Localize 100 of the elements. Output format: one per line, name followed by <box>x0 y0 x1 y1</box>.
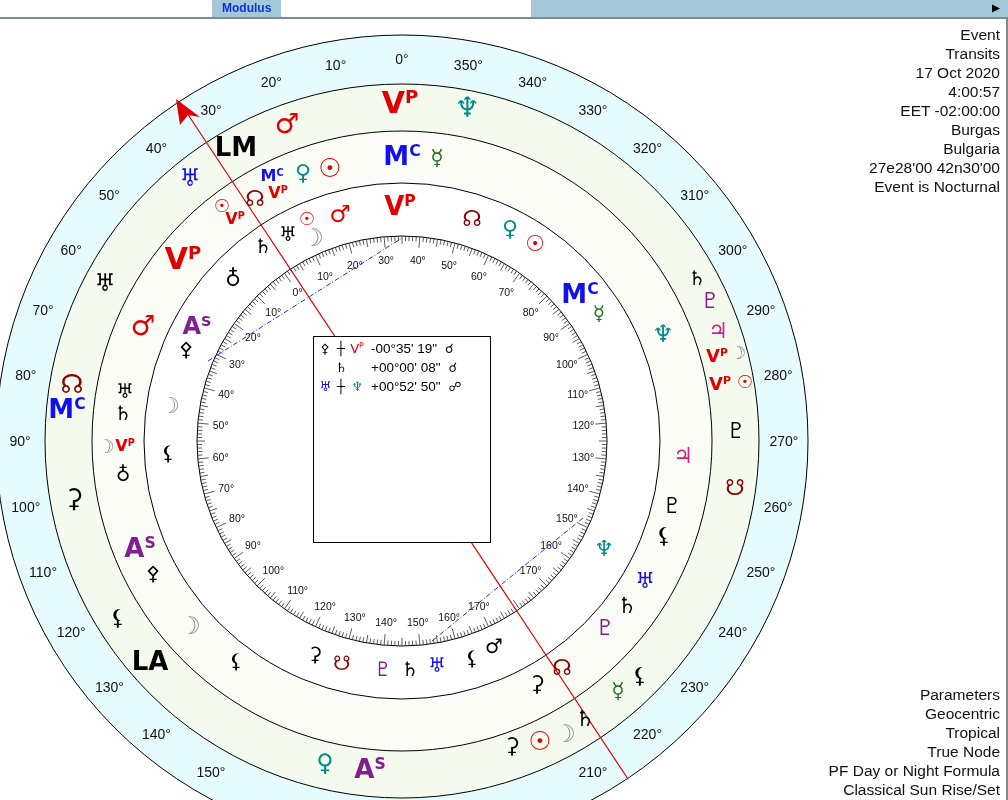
zodiac-degree-label: 150° <box>196 763 226 780</box>
chart-glyph: M$^{C}$ <box>48 396 86 422</box>
zodiac-degree-label: 350° <box>453 56 483 73</box>
chart-glyph: ☿ <box>592 303 606 323</box>
dial-degree-label: 150° <box>556 511 578 524</box>
dial-degree-label: 40° <box>409 253 426 266</box>
aspect-orb: +00°00' 08" <box>371 360 441 375</box>
event-info-line: Bulgaria <box>943 139 1000 158</box>
aspect-point: V$^{P}$ <box>349 340 365 357</box>
aspect-point: ┼ <box>336 341 346 356</box>
dial-degree-label: 70° <box>218 482 235 495</box>
chart-glyph: ☊ <box>60 371 84 397</box>
dial-degree-label: 20° <box>346 259 363 272</box>
scroll-right-icon[interactable] <box>992 4 1000 13</box>
zodiac-degree-label: 0° <box>395 51 409 67</box>
zodiac-degree-label: 130° <box>94 678 124 695</box>
chart-glyph: LA <box>131 648 169 674</box>
aspect-point: ♅ <box>318 379 332 394</box>
dial-degree-label: 10° <box>265 306 282 319</box>
chart-glyph: V$^{P}$ <box>384 193 416 219</box>
dial-degree-label: 30° <box>378 253 395 266</box>
chart-glyph: M$^{C}$ <box>260 167 284 185</box>
chart-glyph: ♄ <box>617 595 637 617</box>
chart-glyph: ☉ <box>318 155 342 181</box>
chart-glyph: ⚸ <box>228 651 244 671</box>
aspect-symbol: ☌ <box>448 360 458 375</box>
chart-glyph: ☉ <box>525 233 545 255</box>
dial-degree-label: 20° <box>244 330 261 343</box>
chart-glyph: V$^{P}$ <box>709 375 731 393</box>
dial-degree-label: 90° <box>543 330 560 343</box>
zodiac-degree-label: 30° <box>200 102 222 119</box>
chart-glyph: ⚸ <box>655 525 673 547</box>
dial-degree-label: 50° <box>441 259 458 272</box>
zodiac-degree-label: 250° <box>746 563 776 580</box>
zodiac-degree-label: 220° <box>633 725 663 742</box>
file-field[interactable] <box>0 0 212 17</box>
aspect-orb: -00°35' 19" <box>371 341 438 356</box>
chart-glyph: ♅ <box>635 570 655 592</box>
zodiac-degree-label: 240° <box>718 624 748 640</box>
chart-glyph: ♀ <box>294 162 312 184</box>
chart-glyph: ♀ <box>316 751 334 775</box>
zodiac-degree-label: 340° <box>518 74 548 91</box>
parameter-line: True Node <box>927 742 1000 761</box>
zodiac-degree-label: 300° <box>718 242 748 258</box>
modulus-field[interactable] <box>281 0 532 17</box>
chart-glyph: A$^{S}$ <box>124 535 156 561</box>
chart-glyph: ♅ <box>116 381 134 401</box>
chart-glyph: ♆ <box>594 538 614 560</box>
event-info-line: 27e28'00 42n30'00 <box>869 158 1000 177</box>
parameter-line: Parameters <box>919 685 1000 704</box>
chart-glyph: V$^{P}$ <box>381 88 419 118</box>
zodiac-degree-label: 270° <box>769 433 799 449</box>
event-info-line: Event is Nocturnal <box>874 177 1000 196</box>
zodiac-degree-label: 50° <box>98 187 120 204</box>
zodiac-degree-label: 120° <box>56 624 86 640</box>
chart-glyph: ☽ <box>302 226 324 250</box>
event-info-line: EET -02:00:00 <box>900 101 1000 120</box>
chart-glyph: ☽ <box>179 614 201 638</box>
event-info-line: Transits <box>945 44 1000 63</box>
chart-glyph: ♁ <box>224 268 242 290</box>
aspect-symbol: ☍ <box>448 379 462 394</box>
chart-glyph: ♄ <box>575 708 595 730</box>
dial-degree-label: 100° <box>262 563 285 576</box>
zodiac-degree-label: 70° <box>32 302 54 319</box>
chart-glyph: ♂ <box>274 110 300 138</box>
chart-glyph: A$^{S}$ <box>182 314 212 338</box>
dial-degree-label: 0° <box>292 285 303 298</box>
event-info-line: Event <box>960 25 1000 44</box>
zodiac-degree-label: 110° <box>29 563 57 580</box>
dial-degree-label: 70° <box>498 285 515 298</box>
chart-glyph: ♇ <box>595 617 615 639</box>
chart-glyph: ♆ <box>454 94 480 122</box>
dial-degree-label: 160° <box>540 539 562 552</box>
modulus-label: Modulus <box>221 0 273 17</box>
dial-degree-label: 30° <box>229 358 245 371</box>
aspect-symbol: ☌ <box>445 341 454 356</box>
dial-degree-label: 170° <box>468 599 490 612</box>
chart-glyph: ♅ <box>179 166 201 190</box>
chart-glyph: V$^{P}$ <box>164 244 202 274</box>
chart-glyph: ♄ <box>688 268 706 288</box>
dial-degree-label: 150° <box>407 616 429 629</box>
chart-glyph: ☿ <box>430 147 444 169</box>
zodiac-degree-label: 140° <box>141 725 171 742</box>
chart-glyph: ♂ <box>485 636 503 656</box>
chart-glyph: V$^{P}$ <box>268 184 288 202</box>
chart-glyph: ☽ <box>160 395 180 417</box>
event-info-line: 17 Oct 2020 <box>915 63 1000 82</box>
zodiac-degree-label: 80° <box>15 366 37 383</box>
chart-glyph: ♄ <box>254 236 272 256</box>
zodiac-degree-label: 260° <box>763 499 793 516</box>
dial-degree-label: 100° <box>556 358 578 371</box>
chart-glyph: ♂ <box>329 202 351 226</box>
chart-glyph: ♅ <box>279 224 297 244</box>
dial-degree-label: 80° <box>229 511 245 524</box>
chart-glyph: ♅ <box>428 655 446 675</box>
event-info-line: 4:00:57 <box>948 82 1000 101</box>
chart-glyph: ♀ <box>501 218 519 240</box>
chart-glyph: ☊ <box>462 208 482 230</box>
chart-glyph: ⚸ <box>631 665 649 687</box>
chart-glyph: A$^{S}$ <box>354 756 386 782</box>
